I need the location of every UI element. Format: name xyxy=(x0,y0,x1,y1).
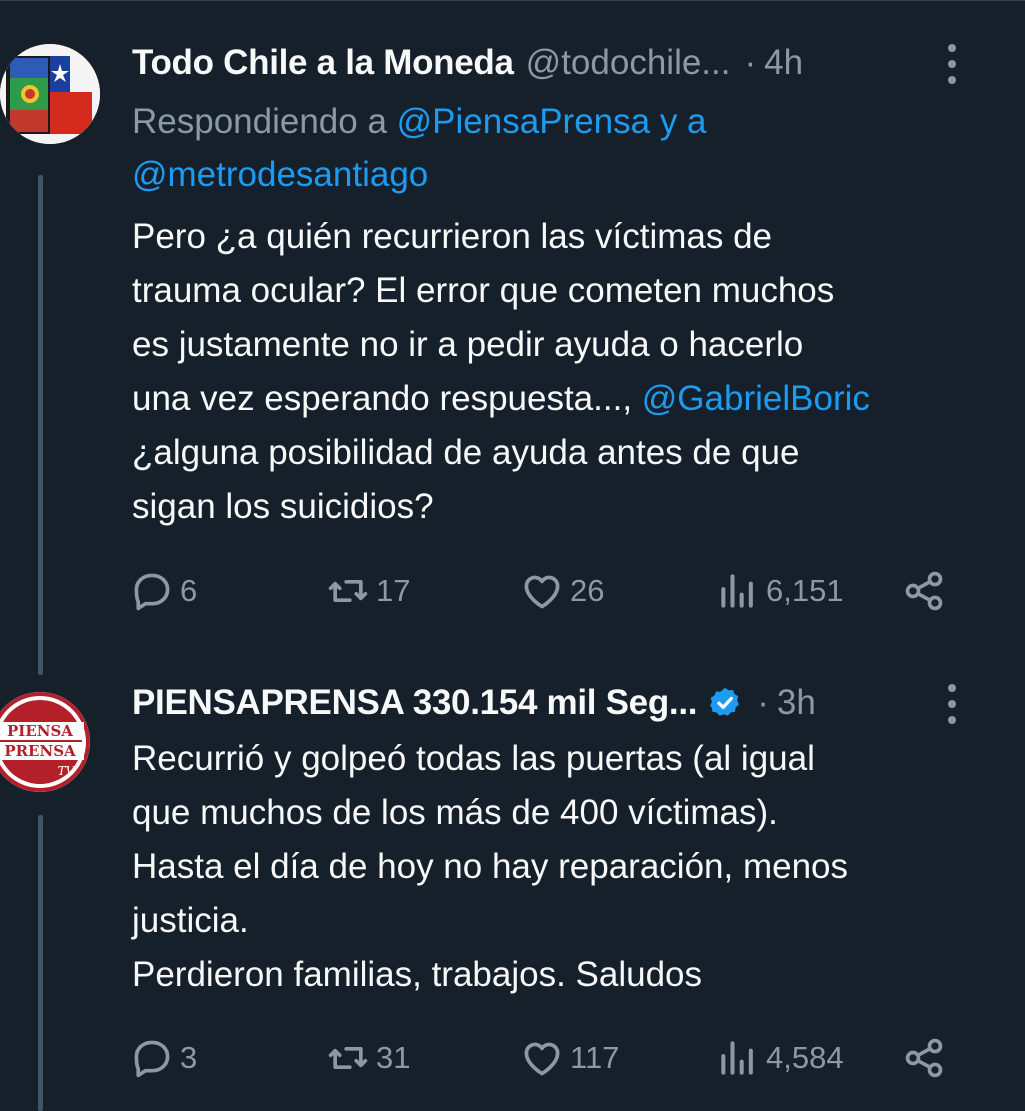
tweet-text-part: ¿alguna posibilidad de ayuda antes de qu… xyxy=(132,433,800,526)
like-button[interactable]: 26 xyxy=(520,566,604,616)
reply-button[interactable]: 6 xyxy=(130,566,197,616)
timestamp[interactable]: 3h xyxy=(777,683,816,723)
tweet-header: Todo Chile a la Moneda @todochile... · 4… xyxy=(132,38,1005,88)
retweet-button[interactable]: 17 xyxy=(326,566,410,616)
chile-mapuche-flag-image xyxy=(0,44,100,144)
more-icon[interactable] xyxy=(947,684,957,724)
avatar[interactable] xyxy=(0,44,100,144)
separator-dot: · xyxy=(757,683,769,722)
timestamp[interactable]: 4h xyxy=(764,43,803,83)
share-button[interactable] xyxy=(902,566,946,616)
display-name[interactable]: Todo Chile a la Moneda xyxy=(132,43,514,83)
logo-text-tv: TV xyxy=(58,764,76,778)
retweet-button[interactable]: 31 xyxy=(326,1033,410,1083)
reply-button[interactable]: 3 xyxy=(130,1033,197,1083)
tweet[interactable]: Todo Chile a la Moneda @todochile... · 4… xyxy=(0,0,1025,680)
piensaprensa-logo: PIENSA PRENSA TV xyxy=(0,692,90,792)
user-handle[interactable]: @todochile... xyxy=(526,43,731,83)
mention-link[interactable]: @PiensaPrensa xyxy=(397,102,650,141)
share-icon xyxy=(905,1038,943,1078)
verified-badge-icon xyxy=(707,685,743,721)
views-count: 6,151 xyxy=(766,573,844,608)
views-button[interactable]: 6,151 xyxy=(716,566,844,616)
share-button[interactable] xyxy=(902,1033,946,1083)
reply-count: 6 xyxy=(180,573,198,608)
display-name[interactable]: PIENSAPRENSA 330.154 mil Seg... xyxy=(132,683,698,723)
reply-icon xyxy=(134,573,170,611)
tweet[interactable]: PIENSA PRENSA TV PIENSAPRENSA 330.154 mi… xyxy=(0,680,1025,1111)
like-button[interactable]: 117 xyxy=(520,1033,619,1083)
avatar[interactable]: PIENSA PRENSA TV xyxy=(0,692,90,792)
mention-link[interactable]: @GabrielBoric xyxy=(642,379,870,418)
views-button[interactable]: 4,584 xyxy=(716,1033,844,1083)
views-icon xyxy=(721,1041,753,1075)
logo-text-prensa: PRENSA xyxy=(4,742,76,760)
like-icon xyxy=(524,575,560,609)
retweet-icon xyxy=(328,580,368,602)
action-bar: 3 31 117 4,584 xyxy=(130,1033,960,1083)
like-count: 117 xyxy=(570,1040,620,1075)
replying-to: Respondiendo a @PiensaPrensa y a @metrode… xyxy=(132,95,992,201)
share-icon xyxy=(905,571,943,611)
views-count: 4,584 xyxy=(766,1040,844,1075)
like-icon xyxy=(524,1042,560,1076)
reply-icon xyxy=(134,1040,170,1078)
like-count: 26 xyxy=(570,573,605,608)
tweet-text: Recurrió y golpeó todas las puertas (al … xyxy=(132,739,848,994)
tweet-header: PIENSAPRENSA 330.154 mil Seg... · 3h xyxy=(132,678,1005,728)
retweet-count: 31 xyxy=(376,1040,411,1075)
retweet-icon xyxy=(328,1047,368,1069)
logo-text-piensa: PIENSA xyxy=(7,722,73,740)
action-bar: 6 17 26 6,151 xyxy=(130,566,960,616)
tweet-text: Pero ¿a quién recurrieron las víctimas d… xyxy=(132,210,1002,534)
replying-to-join: y a xyxy=(650,102,707,141)
views-icon xyxy=(721,574,753,608)
more-icon[interactable] xyxy=(947,44,957,84)
replying-to-prefix: Respondiendo a xyxy=(132,102,397,141)
retweet-count: 17 xyxy=(376,573,411,608)
separator-dot: · xyxy=(744,43,757,82)
mention-link[interactable]: @metrodesantiago xyxy=(132,155,428,194)
reply-count: 3 xyxy=(180,1040,198,1075)
